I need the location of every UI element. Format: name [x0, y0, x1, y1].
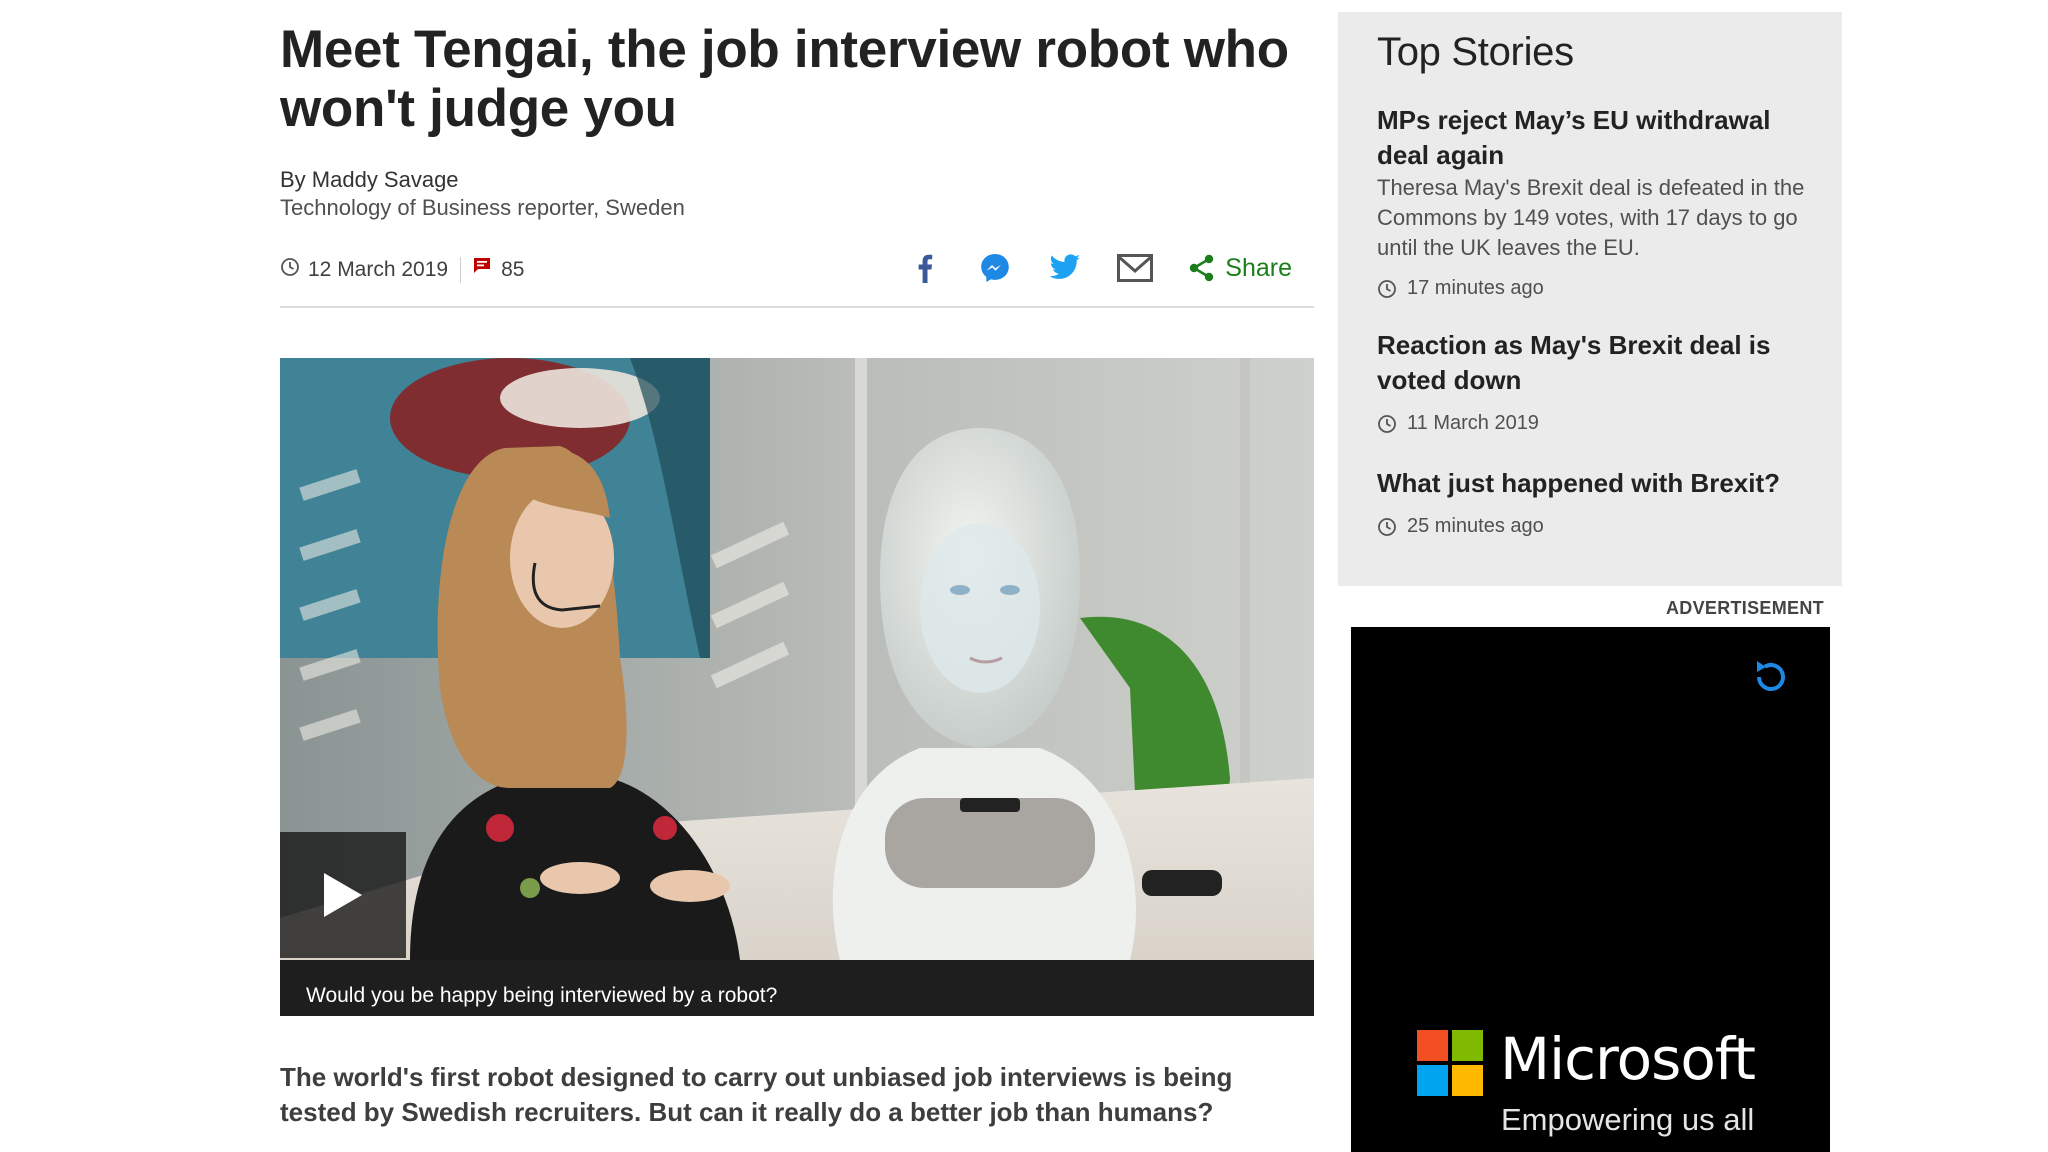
article-lede: The world's first robot designed to carr…: [280, 1062, 1233, 1127]
video-player[interactable]: Would you be happy being interviewed by …: [280, 358, 1314, 1016]
story-time: 11 March 2019: [1407, 412, 1539, 434]
advertisement-label: ADVERTISEMENT: [1666, 598, 1824, 618]
publish-date: 12 March 2019: [308, 258, 449, 281]
share-tools: Share: [875, 248, 1292, 288]
share-button[interactable]: Share: [1189, 254, 1292, 283]
story-timestamp: 11 March 2019: [1377, 412, 1817, 435]
logo-square-yellow: [1452, 1065, 1483, 1096]
play-button[interactable]: [280, 832, 406, 958]
story-headline[interactable]: MPs reject May’s EU withdrawal deal agai…: [1377, 103, 1817, 173]
story-headline[interactable]: What just happened with Brexit?: [1377, 466, 1817, 501]
byline: By Maddy Savage Technology of Business r…: [280, 166, 1314, 222]
top-story-item[interactable]: Reaction as May's Brexit deal is voted d…: [1377, 328, 1817, 435]
video-caption-bar: Would you be happy being interviewed by …: [280, 960, 1314, 1016]
author-name: By Maddy Savage: [280, 167, 459, 192]
story-timestamp: 17 minutes ago: [1377, 277, 1817, 300]
advert-brand: Microsoft: [1500, 1025, 1756, 1093]
advert-tagline: Empowering us all: [1501, 1102, 1755, 1137]
replay-icon[interactable]: [1751, 657, 1791, 702]
top-story-item[interactable]: What just happened with Brexit? 25 minut…: [1377, 466, 1817, 538]
clock-icon: [1378, 414, 1396, 433]
story-time: 25 minutes ago: [1407, 515, 1544, 537]
logo-square-blue: [1417, 1065, 1448, 1096]
clock-icon: [1378, 517, 1396, 536]
play-icon: [324, 873, 362, 917]
article-meta-bar: 12 March 2019 85 Share: [280, 246, 1314, 308]
story-time: 17 minutes ago: [1407, 277, 1544, 299]
comment-count[interactable]: 85: [501, 258, 524, 282]
share-label: Share: [1225, 253, 1292, 282]
story-headline[interactable]: Reaction as May's Brexit deal is voted d…: [1377, 328, 1817, 398]
video-still: [280, 358, 1314, 960]
article-title: Meet Tengai, the job interview robot who…: [280, 20, 1289, 138]
microsoft-logo-icon: [1417, 1030, 1483, 1096]
top-stories-heading: Top Stories: [1377, 30, 1574, 74]
article-meta: 12 March 2019 85: [280, 256, 524, 284]
email-icon[interactable]: [1115, 248, 1155, 288]
top-story-item[interactable]: MPs reject May’s EU withdrawal deal agai…: [1377, 103, 1817, 300]
messenger-icon[interactable]: [975, 248, 1015, 288]
meta-divider: [460, 257, 462, 283]
clock-icon: [1378, 279, 1396, 298]
clock-icon: [280, 257, 300, 283]
story-summary: Theresa May's Brexit deal is defeated in…: [1377, 175, 1805, 260]
logo-square-green: [1452, 1030, 1483, 1061]
share-icon: [1190, 254, 1214, 282]
author-role: Technology of Business reporter, Sweden: [280, 195, 685, 220]
top-stories-panel: Top Stories MPs reject May’s EU withdraw…: [1338, 12, 1842, 586]
comments-icon[interactable]: [471, 256, 493, 284]
twitter-icon[interactable]: [1045, 248, 1085, 288]
article: Meet Tengai, the job interview robot who…: [280, 20, 1314, 1127]
story-timestamp: 25 minutes ago: [1377, 515, 1817, 538]
video-caption: Would you be happy being interviewed by …: [306, 984, 778, 1007]
advertisement[interactable]: Microsoft Empowering us all: [1351, 627, 1830, 1152]
logo-square-red: [1417, 1030, 1448, 1061]
facebook-icon[interactable]: [905, 248, 945, 288]
